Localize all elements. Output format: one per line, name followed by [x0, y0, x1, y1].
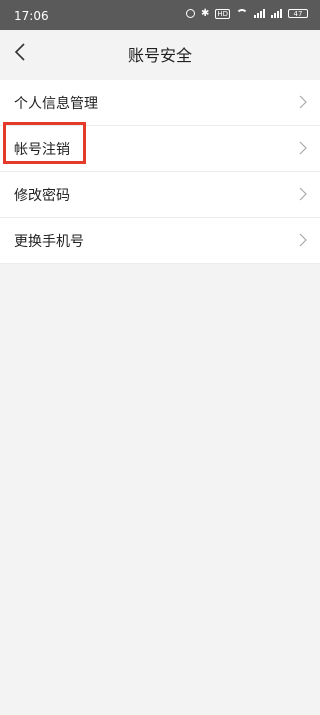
menu-item-change-password[interactable]: 修改密码 — [0, 172, 320, 218]
menu-item-label: 个人信息管理 — [14, 96, 98, 112]
menu-item-label: 修改密码 — [14, 188, 70, 204]
menu-item-label: 帐号注销 — [14, 142, 70, 158]
status-bar: 17:06 ✱ HD 47 — [0, 0, 320, 30]
signal-icon-2 — [271, 9, 282, 18]
chevron-right-icon — [299, 141, 307, 155]
hd-icon: HD — [215, 8, 230, 19]
page-title: 账号安全 — [127, 46, 192, 65]
chevron-right-icon — [299, 187, 307, 201]
menu-item-label: 更换手机号 — [14, 234, 84, 250]
chevron-right-icon — [299, 95, 307, 109]
mute-icon: ✱ — [200, 8, 210, 19]
status-icons: ✱ HD 47 — [185, 8, 308, 19]
battery-icon: 47 — [288, 9, 308, 18]
settings-menu: 个人信息管理 帐号注销 修改密码 更换手机号 — [0, 80, 320, 264]
signal-icon — [254, 9, 265, 18]
menu-item-change-phone[interactable]: 更换手机号 — [0, 218, 320, 264]
menu-item-account-cancel[interactable]: 帐号注销 — [0, 126, 320, 172]
chevron-right-icon — [299, 233, 307, 247]
menu-item-personal-info[interactable]: 个人信息管理 — [0, 80, 320, 126]
alarm-icon — [185, 9, 195, 18]
status-time: 17:06 — [14, 9, 49, 23]
header: 账号安全 — [0, 30, 320, 74]
wifi-icon — [236, 9, 248, 18]
